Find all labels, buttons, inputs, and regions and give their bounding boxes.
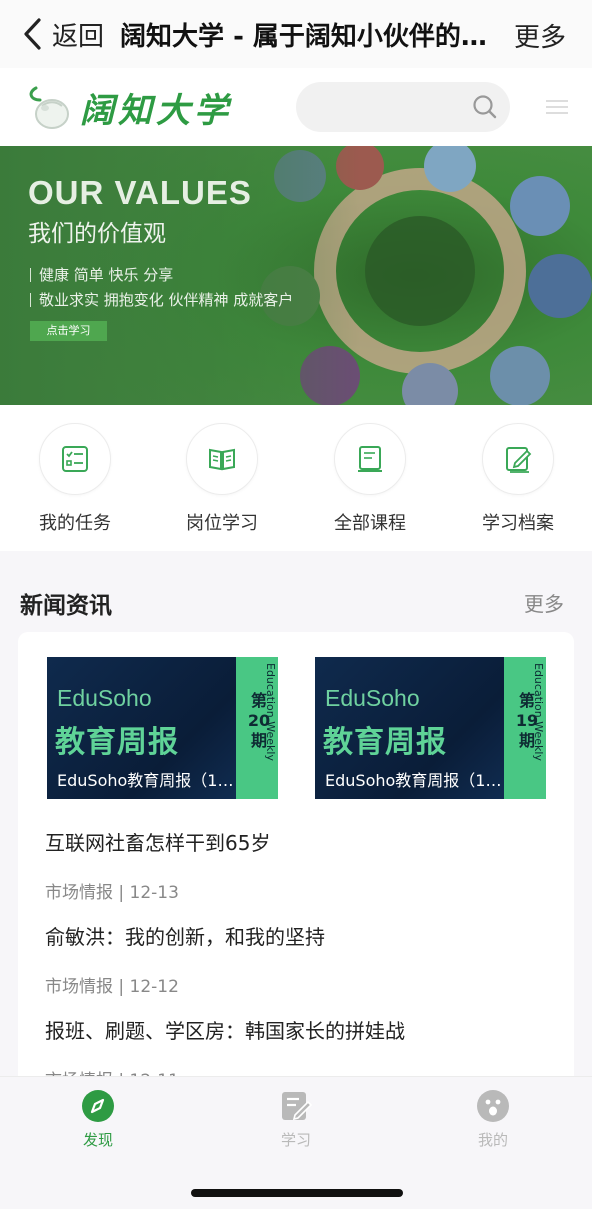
course-book-icon	[358, 446, 382, 472]
profile-face-icon	[477, 1090, 509, 1122]
news-item-title: 报班、刷题、学区房：韩国家长的拼娃战	[45, 1019, 405, 1043]
tab-mine[interactable]: 我的	[443, 1089, 543, 1150]
menu-icon[interactable]	[546, 100, 568, 116]
nav-more-button[interactable]: 更多	[514, 17, 566, 54]
compass-icon	[82, 1090, 114, 1122]
top-nav-bar: 返回 阔知大学 - 属于阔知小伙伴的学习平台 更多	[0, 0, 592, 68]
thumb-vertical-text: Education Weekly	[532, 663, 545, 761]
thumb-brand: EduSoho	[57, 685, 152, 711]
quick-entry-learning-record[interactable]: 学习档案	[463, 423, 573, 535]
back-label: 返回	[52, 21, 105, 52]
quick-entry-circle	[334, 423, 406, 495]
banner-values-line2: 敬业求实 拥抱变化 伙伴精神 成就客户	[30, 289, 293, 310]
featured-news-card[interactable]: EduSoho 教育周报 第20期 Education Weekly EduSo…	[47, 657, 278, 799]
news-section-header: 新闻资讯 更多	[0, 551, 592, 631]
news-more-link[interactable]: 更多	[524, 588, 564, 617]
chevron-left-icon	[24, 18, 41, 50]
tab-label: 我的	[477, 1131, 508, 1149]
search-icon[interactable]	[472, 94, 498, 120]
study-edit-icon	[282, 1092, 313, 1121]
search-input[interactable]	[296, 82, 456, 132]
logo-text: 阔知大学	[80, 90, 232, 131]
home-indicator[interactable]	[191, 1189, 403, 1197]
quick-entry-circle	[186, 423, 258, 495]
banner-values-line1: 健康 简单 快乐 分享	[30, 264, 173, 285]
site-header: 阔知大学	[0, 68, 592, 146]
news-item-meta: 市场情报 | 12-12	[45, 977, 179, 997]
thumb-vertical-text: Education Weekly	[264, 663, 277, 761]
tab-discover[interactable]: 发现	[48, 1089, 148, 1150]
site-logo[interactable]: 阔知大学	[26, 80, 246, 134]
news-list-item[interactable]: 互联网社畜怎样干到65岁 市场情报 | 12-13	[45, 827, 270, 903]
quick-entry-label: 我的任务	[39, 513, 111, 534]
banner-subtitle: 我们的价值观	[28, 221, 166, 247]
news-list-item[interactable]: 俞敏洪：我的创新，和我的坚持 市场情报 | 12-12	[45, 921, 325, 997]
news-item-title: 俞敏洪：我的创新，和我的坚持	[45, 925, 325, 949]
quick-entry-circle	[39, 423, 111, 495]
quick-entry-job-learning[interactable]: 岗位学习	[167, 423, 277, 535]
quick-entry-all-courses[interactable]: 全部课程	[315, 423, 425, 535]
edit-record-icon	[506, 447, 532, 473]
tab-label: 学习	[280, 1131, 311, 1149]
news-section-title: 新闻资讯	[20, 593, 112, 619]
news-card: EduSoho 教育周报 第20期 Education Weekly EduSo…	[18, 632, 574, 1102]
thumb-headline: 教育周报	[323, 725, 447, 760]
values-banner[interactable]: OUR VALUES 我们的价值观 健康 简单 快乐 分享 敬业求实 拥抱变化 …	[0, 146, 592, 405]
thumb-headline: 教育周报	[55, 725, 179, 760]
quick-entry-label: 学习档案	[482, 513, 554, 534]
news-item-meta: 市场情报 | 12-13	[45, 883, 179, 903]
task-list-icon	[62, 446, 88, 472]
banner-learn-button[interactable]: 点击学习	[30, 321, 107, 341]
quick-entry-my-tasks[interactable]: 我的任务	[20, 423, 130, 535]
mouse-logo-icon	[29, 86, 69, 129]
news-item-title: 互联网社畜怎样干到65岁	[45, 831, 271, 855]
banner-title: OUR VALUES	[28, 174, 252, 211]
tab-study[interactable]: 学习	[246, 1089, 346, 1150]
thumb-caption: EduSoho教育周报（1…	[57, 771, 234, 790]
quick-entry-label: 岗位学习	[186, 513, 258, 534]
page-title: 阔知大学 - 属于阔知小伙伴的学习平台	[120, 21, 500, 52]
search-box[interactable]	[296, 82, 510, 132]
open-book-icon	[209, 448, 235, 471]
tab-label: 发现	[82, 1131, 113, 1149]
thumb-brand: EduSoho	[325, 685, 420, 711]
quick-entry-grid: 我的任务 岗位学习 全部课程 学习档案	[0, 405, 592, 551]
quick-entry-label: 全部课程	[334, 513, 406, 534]
featured-news-card[interactable]: EduSoho 教育周报 第19期 Education Weekly EduSo…	[315, 657, 546, 799]
quick-entry-circle	[482, 423, 554, 495]
back-button[interactable]: 返回	[0, 0, 104, 68]
thumb-caption: EduSoho教育周报（1…	[325, 771, 502, 790]
